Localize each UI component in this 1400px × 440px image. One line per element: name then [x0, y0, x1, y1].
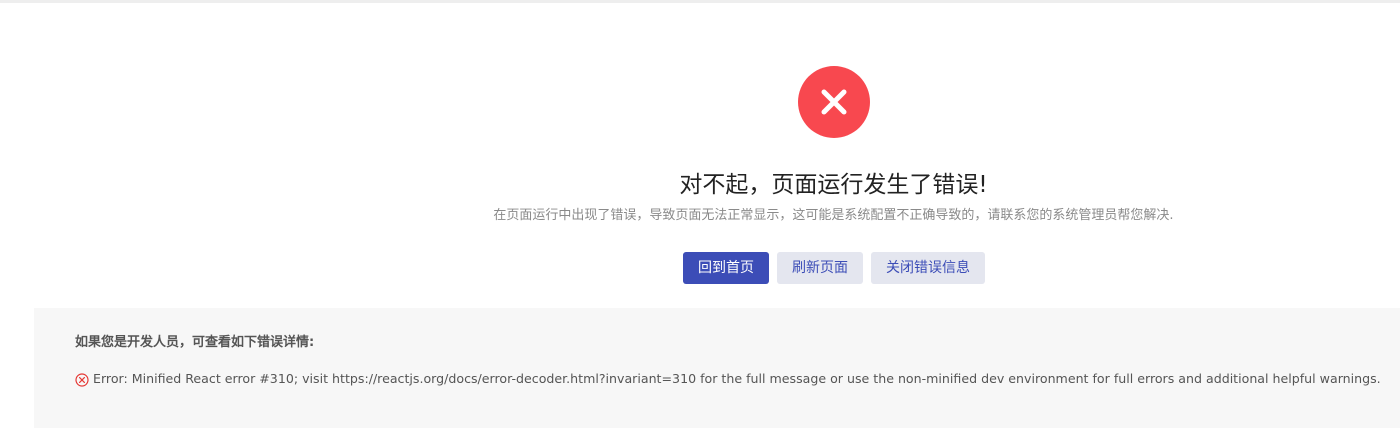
error-message-row: Error: Minified React error #310; visit …: [75, 370, 1381, 388]
error-details-panel: 如果您是开发人员，可查看如下错误详情: Error: Minified Reac…: [34, 308, 1400, 428]
top-divider: [0, 0, 1400, 3]
back-to-home-button[interactable]: 回到首页: [683, 252, 769, 284]
error-description: 在页面运行中出现了错误，导致页面无法正常显示，这可能是系统配置不正确导致的，请联…: [493, 208, 1174, 223]
error-message-text: Error: Minified React error #310; visit …: [93, 371, 1381, 386]
refresh-page-button[interactable]: 刷新页面: [777, 252, 863, 284]
error-status-icon: [798, 66, 870, 138]
error-title: 对不起，页面运行发生了错误!: [679, 172, 988, 198]
close-error-info-button[interactable]: 关闭错误信息: [871, 252, 985, 284]
error-details-heading: 如果您是开发人员，可查看如下错误详情:: [75, 335, 315, 350]
close-icon: [821, 89, 847, 115]
close-circle-outline-icon: [75, 372, 89, 387]
action-buttons: 回到首页 刷新页面 关闭错误信息: [683, 252, 985, 284]
